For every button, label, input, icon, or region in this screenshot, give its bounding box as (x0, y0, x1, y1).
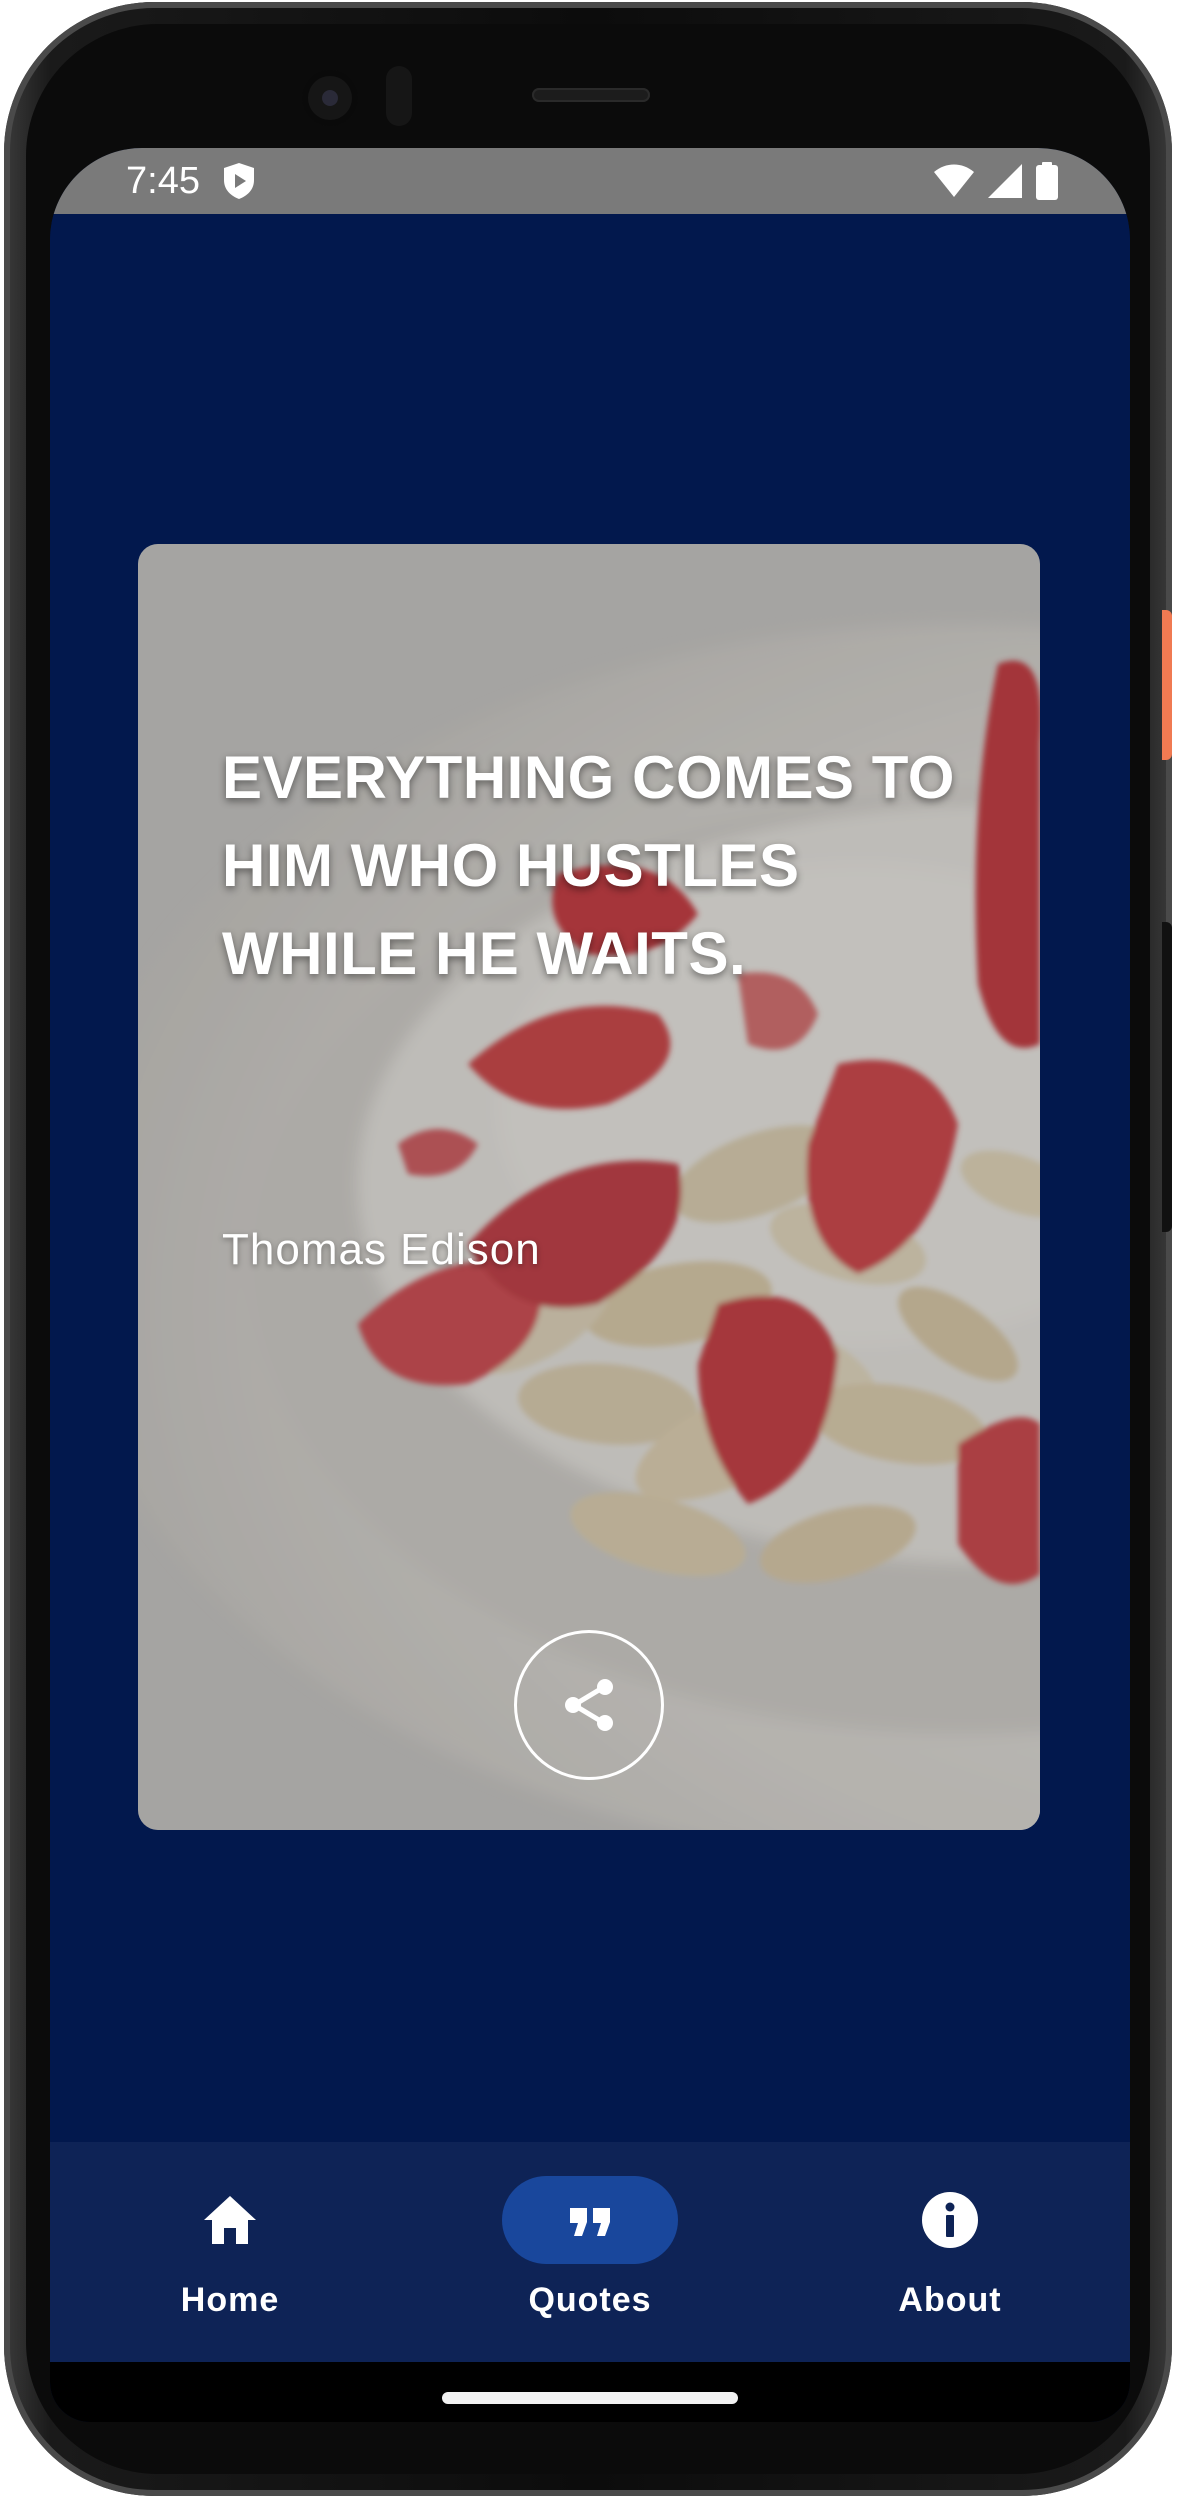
nav-item-quotes[interactable]: Quotes (410, 2142, 770, 2362)
quote-text: EVERYTHING COMES TO HIM WHO HUSTLES WHIL… (222, 744, 955, 987)
status-bar: 7:45 (50, 148, 1130, 214)
phone-frame: 7:45 EVERYTHING COMES TO HIM WHO HUSTLES… (4, 2, 1172, 2496)
screen: 7:45 EVERYTHING COMES TO HIM WHO HUSTLES… (50, 148, 1130, 2422)
share-icon (565, 1679, 613, 1731)
shield-icon (224, 163, 254, 199)
status-icons (934, 160, 1058, 202)
nav-label-quotes: Quotes (528, 2281, 652, 2319)
bottom-navigation: Home Quotes About (50, 2142, 1130, 2362)
wifi-icon (934, 164, 974, 197)
status-time: 7:45 (126, 160, 200, 202)
nav-label-home: Home (180, 2281, 280, 2319)
info-icon (922, 2192, 978, 2248)
quote-card: EVERYTHING COMES TO HIM WHO HUSTLES WHIL… (138, 544, 1040, 1830)
nav-item-about[interactable]: About (770, 2142, 1130, 2362)
volume-button (1162, 922, 1172, 1232)
home-icon (204, 2196, 256, 2244)
power-button (1162, 610, 1172, 760)
cellular-signal-icon (988, 164, 1022, 198)
front-camera (302, 70, 358, 126)
share-button[interactable] (514, 1630, 664, 1780)
home-indicator[interactable] (442, 2392, 738, 2404)
quote-icon (570, 2208, 610, 2236)
nav-label-about: About (898, 2281, 1002, 2319)
quote-author: Thomas Edison (222, 1225, 541, 1274)
battery-icon (1036, 162, 1058, 200)
proximity-sensor (386, 66, 412, 126)
quotes-screen: EVERYTHING COMES TO HIM WHO HUSTLES WHIL… (50, 214, 1130, 2142)
earpiece-speaker (532, 88, 650, 102)
nav-item-home[interactable]: Home (50, 2142, 410, 2362)
